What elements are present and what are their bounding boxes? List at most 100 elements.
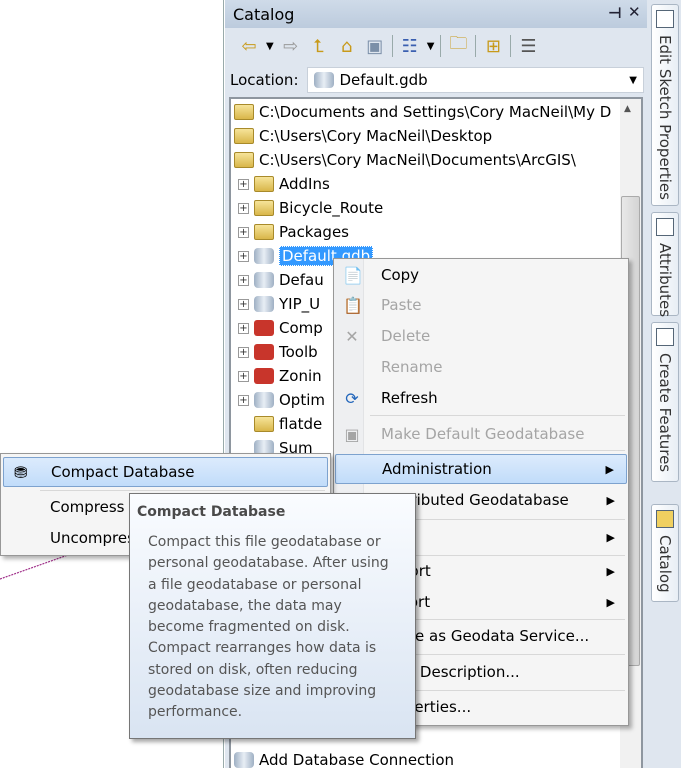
tree-item[interactable]: flatde	[238, 413, 322, 435]
expand-icon[interactable]: +	[238, 370, 249, 382]
pin-icon[interactable]: ⊣	[608, 4, 622, 22]
tree-item-label: Bicycle_Route	[279, 199, 384, 217]
back-icon[interactable]: ⇦	[238, 36, 260, 57]
submenu-arrow-icon: ▶	[605, 462, 614, 476]
menu-item-compact-database[interactable]: ⛃ Compact Database	[3, 457, 328, 487]
submenu-arrow-icon: ▶	[606, 595, 615, 609]
tool-icon	[254, 392, 274, 408]
tooltip-line: personal geodatabase. After using	[148, 555, 389, 572]
tooltip-line: performance.	[148, 704, 243, 721]
create-features-icon	[656, 328, 674, 346]
tree-item[interactable]: C:\Users\Cory MacNeil\Desktop	[234, 125, 492, 147]
refresh-icon: ⟳	[345, 388, 359, 408]
panel-title: Catalog	[233, 5, 295, 24]
tree-item[interactable]: C:\Users\Cory MacNeil\Documents\ArcGIS\	[234, 149, 576, 171]
menu-item-label: Compact Database	[51, 463, 195, 481]
tree-item[interactable]: C:\Documents and Settings\Cory MacNeil\M…	[234, 101, 611, 123]
menu-item-rename[interactable]: Rename	[335, 352, 627, 382]
expand-icon[interactable]: +	[238, 322, 249, 334]
menu-separator	[370, 415, 625, 416]
divider	[391, 35, 393, 57]
tooltip-line: a file geodatabase or personal	[148, 576, 362, 593]
tree-item-label: YIP_U	[279, 295, 321, 313]
menu-item-label: Make Default Geodatabase	[381, 425, 585, 443]
tooltip-line: Compact this file geodatabase or	[148, 534, 381, 550]
location-label: Location:	[230, 71, 299, 89]
tree-item-label: Optim	[279, 391, 325, 409]
expand-icon[interactable]: +	[238, 250, 249, 262]
tree-item[interactable]: + Bicycle_Route	[238, 197, 383, 219]
tree-item[interactable]: + Zonin	[238, 365, 322, 387]
menu-item-refresh[interactable]: ⟳ Refresh	[335, 383, 627, 413]
toolbox-icon	[254, 344, 274, 360]
default-gdb-icon[interactable]: ▣	[364, 36, 386, 57]
tree-item-label: Defau	[279, 271, 324, 289]
add-database-connection-icon	[234, 752, 254, 768]
menu-item-label: Copy	[381, 266, 420, 284]
scroll-up-icon[interactable]: ▲	[624, 104, 631, 114]
menu-item-make-default-geodatabase[interactable]: ▣ Make Default Geodatabase	[335, 419, 627, 449]
menu-item-delete[interactable]: ✕ Delete	[335, 321, 627, 351]
options-icon[interactable]: ☰	[517, 36, 539, 57]
tree-item[interactable]: + Defau	[238, 269, 324, 291]
catalog-toolbar: ⇦ ▼ ⇨ ⮤ ⌂ ▣ ☷ ▼ 🗀 ⊞ ☰	[230, 31, 644, 61]
expand-icon[interactable]: +	[238, 298, 249, 310]
tree-item-label: Packages	[279, 223, 349, 241]
location-bar: Location: Default.gdb ▼	[230, 66, 644, 94]
tab-edit-sketch-properties[interactable]: Edit Sketch Properties	[651, 4, 679, 206]
dropdown-icon[interactable]: ▼	[629, 75, 637, 86]
dropdown-icon[interactable]: ▼	[266, 41, 274, 52]
menu-item-administration[interactable]: Administration ▶	[335, 454, 627, 484]
home-icon[interactable]: ⌂	[336, 36, 358, 57]
tooltip: Compact Database Compact this file geoda…	[129, 493, 416, 739]
divider	[475, 35, 477, 57]
tab-catalog[interactable]: Catalog	[651, 504, 679, 602]
expand-icon[interactable]: +	[238, 202, 249, 214]
forward-icon[interactable]: ⇨	[280, 36, 302, 57]
tree-item[interactable]: + Packages	[238, 221, 349, 243]
menu-item-label: Compress	[50, 498, 125, 516]
tree-item-label: C:\Users\Cory MacNeil\Desktop	[259, 127, 493, 145]
toolbox-icon	[254, 320, 274, 336]
menu-item-paste[interactable]: 📋 Paste	[335, 290, 627, 320]
expand-icon[interactable]: +	[238, 346, 249, 358]
gdb-icon	[254, 272, 274, 288]
default-gdb-icon: ▣	[344, 424, 360, 444]
tree-item[interactable]: + AddIns	[238, 173, 330, 195]
close-icon[interactable]: ✕	[628, 3, 641, 21]
tree-item[interactable]: + Toolb	[238, 341, 318, 363]
expand-icon[interactable]: +	[238, 178, 249, 190]
tab-create-features[interactable]: Create Features	[651, 322, 679, 482]
location-combobox[interactable]: Default.gdb ▼	[306, 67, 644, 93]
layer-icon	[254, 416, 274, 432]
tree-icon[interactable]: ⊞	[482, 36, 504, 57]
tree-item-label: Add Database Connection	[259, 751, 455, 769]
folder-icon	[254, 200, 274, 216]
expand-icon[interactable]: +	[238, 226, 249, 238]
views-icon[interactable]: ☷	[399, 36, 421, 57]
tree-item[interactable]: + Optim	[238, 389, 325, 411]
menu-separator	[370, 450, 625, 451]
dropdown-icon[interactable]: ▼	[427, 41, 435, 52]
tab-attributes[interactable]: Attributes	[651, 212, 679, 318]
tab-label: Create Features	[656, 353, 674, 473]
gdb-icon	[313, 72, 334, 88]
submenu-arrow-icon: ▶	[606, 564, 615, 578]
tab-label: Catalog	[656, 535, 674, 593]
connect-folder-icon[interactable]: 🗀	[447, 31, 469, 61]
tree-item-label: Toolb	[279, 343, 318, 361]
tree-item[interactable]: + YIP_U	[238, 293, 320, 315]
divider	[440, 35, 442, 57]
folder-icon	[234, 152, 254, 168]
tab-label: Attributes	[656, 243, 674, 318]
menu-item-label: Paste	[381, 296, 422, 314]
tooltip-line: geodatabase, the data may	[148, 597, 342, 614]
tree-item[interactable]: + Comp	[238, 317, 323, 339]
catalog-titlebar: Catalog ⊣ ✕	[225, 0, 647, 28]
tree-item-label: C:\Documents and Settings\Cory MacNeil\M…	[259, 103, 612, 121]
up-icon[interactable]: ⮤	[308, 36, 330, 57]
expand-icon[interactable]: +	[238, 274, 249, 286]
menu-item-copy[interactable]: 📄 Copy	[335, 260, 627, 290]
tooltip-line: become fragmented on disk.	[148, 619, 350, 636]
expand-icon[interactable]: +	[238, 394, 249, 406]
